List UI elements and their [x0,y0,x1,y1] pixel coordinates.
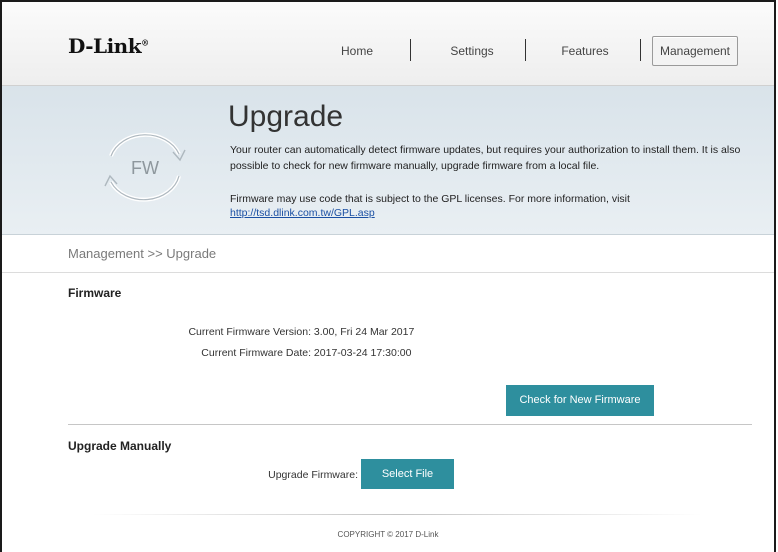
top-navigation-bar: D-Link® Home Settings Features Managemen… [2,2,774,86]
banner-description: Your router can automatically detect fir… [230,144,741,172]
firmware-refresh-icon: FW [104,132,186,202]
gpl-notice: Firmware may use code that is subject to… [230,192,750,220]
fw-icon-text: FW [131,158,159,178]
router-admin-window: D-Link® Home Settings Features Managemen… [0,0,776,552]
breadcrumb-bar: Management >> Upgrade [2,235,774,273]
firmware-date-label: Current Firmware Date: [201,347,311,359]
nav-divider [410,39,411,61]
upgrade-manually-title: Upgrade Manually [68,439,172,453]
registered-mark: ® [141,37,149,48]
breadcrumb: Management >> Upgrade [68,246,217,261]
upgrade-firmware-label: Upgrade Firmware: [268,469,358,481]
firmware-date-row: Current Firmware Date: 2017-03-24 17:30:… [62,347,411,359]
firmware-version-value: 3.00, Fri 24 Mar 2017 [313,326,415,338]
footer-divider [92,514,702,515]
page-banner: FW Upgrade Your router can automatically… [2,86,774,235]
logo-text: D-Link [68,34,142,58]
nav-divider [525,39,526,61]
firmware-version-row: Current Firmware Version: 3.00, Fri 24 M… [62,326,414,338]
firmware-version-label: Current Firmware Version: [188,326,311,338]
firmware-date-value: 2017-03-24 17:30:00 [313,347,412,359]
firmware-section-title: Firmware [68,286,122,300]
dlink-logo: D-Link® [68,34,149,58]
select-file-button[interactable]: Select File [361,459,454,489]
gpl-link[interactable]: http://tsd.dlink.com.tw/GPL.asp [230,207,375,219]
section-divider [68,424,752,425]
copyright-text: COPYRIGHT © 2017 D-Link [337,530,439,539]
nav-divider [640,39,641,61]
gpl-text: Firmware may use code that is subject to… [230,193,630,205]
nav-settings[interactable]: Settings [420,37,524,65]
upgrade-firmware-row: Upgrade Firmware: [62,469,358,481]
nav-management[interactable]: Management [652,36,738,66]
page-title: Upgrade [228,100,344,133]
nav-home[interactable]: Home [322,37,392,65]
check-firmware-button[interactable]: Check for New Firmware [506,385,654,416]
nav-features[interactable]: Features [535,37,635,65]
